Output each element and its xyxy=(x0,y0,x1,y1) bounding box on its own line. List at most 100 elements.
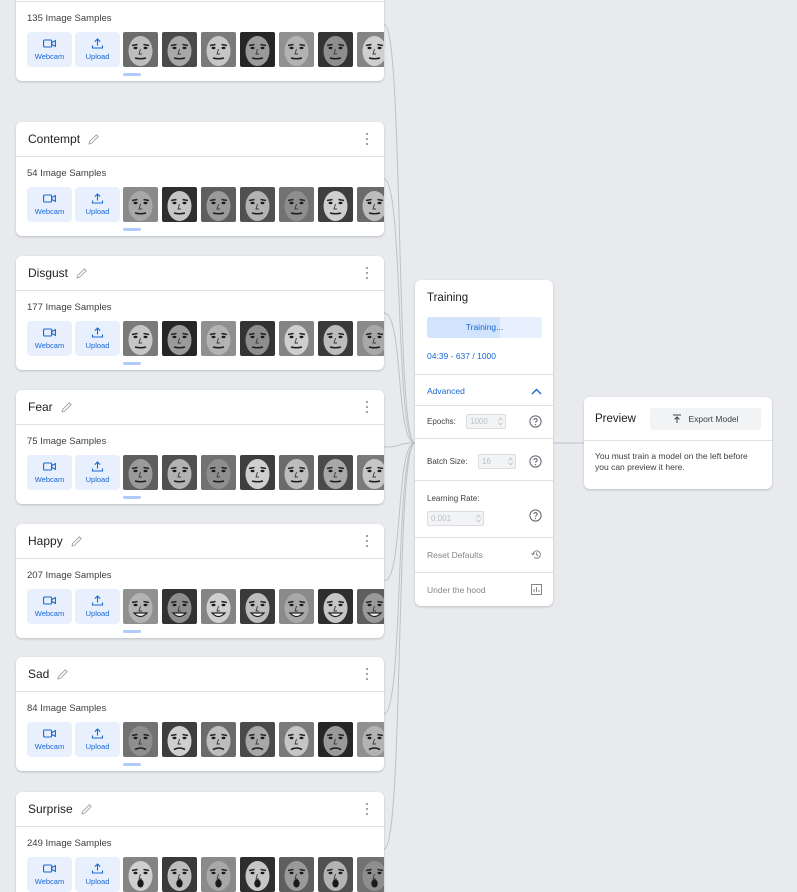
sample-thumbnail[interactable] xyxy=(318,589,353,624)
batch-size-select[interactable]: 16 xyxy=(478,454,516,469)
upload-button[interactable]: Upload xyxy=(75,722,120,757)
more-options-icon[interactable] xyxy=(362,132,372,146)
upload-label: Upload xyxy=(85,877,110,886)
class-card-anger: Anger135 Image SamplesWebcamUpload xyxy=(16,0,384,81)
sample-thumbnail[interactable] xyxy=(318,321,353,356)
sample-thumbnail[interactable] xyxy=(123,32,158,67)
thumbnail-scroll-indicator[interactable] xyxy=(123,763,141,766)
edit-pencil-icon[interactable] xyxy=(80,803,93,816)
upload-label: Upload xyxy=(85,52,110,61)
sample-thumbnail[interactable] xyxy=(240,321,275,356)
upload-button[interactable]: Upload xyxy=(75,187,120,222)
sample-thumbnail[interactable] xyxy=(279,857,314,892)
sample-thumbnail[interactable] xyxy=(357,32,384,67)
sample-thumbnail[interactable] xyxy=(123,455,158,490)
help-icon[interactable] xyxy=(529,455,542,468)
sample-thumbnail[interactable] xyxy=(357,722,384,757)
advanced-toggle[interactable]: Advanced xyxy=(427,386,542,396)
sample-thumbnail[interactable] xyxy=(201,455,236,490)
sample-thumbnail[interactable] xyxy=(357,321,384,356)
more-options-icon[interactable] xyxy=(362,400,372,414)
sample-thumbnail[interactable] xyxy=(318,455,353,490)
upload-button[interactable]: Upload xyxy=(75,321,120,356)
edit-pencil-icon[interactable] xyxy=(87,133,100,146)
sample-thumbnail[interactable] xyxy=(201,857,236,892)
sample-thumbnail[interactable] xyxy=(162,722,197,757)
sample-thumbnail[interactable] xyxy=(201,32,236,67)
sample-thumbnail[interactable] xyxy=(240,187,275,222)
sample-thumbnail[interactable] xyxy=(123,187,158,222)
sample-thumbnail[interactable] xyxy=(162,857,197,892)
sample-thumbnail[interactable] xyxy=(357,455,384,490)
webcam-button[interactable]: Webcam xyxy=(27,455,72,490)
sample-thumbnail[interactable] xyxy=(162,32,197,67)
sample-thumbnail[interactable] xyxy=(240,32,275,67)
sample-thumbnail[interactable] xyxy=(357,589,384,624)
sample-thumbnails xyxy=(123,857,384,892)
edit-pencil-icon[interactable] xyxy=(56,668,69,681)
sample-thumbnail[interactable] xyxy=(318,187,353,222)
sample-thumbnail[interactable] xyxy=(162,187,197,222)
sample-thumbnail[interactable] xyxy=(201,187,236,222)
epochs-input[interactable]: 1000 xyxy=(466,414,506,429)
more-options-icon[interactable] xyxy=(362,667,372,681)
webcam-button[interactable]: Webcam xyxy=(27,589,72,624)
sample-thumbnail[interactable] xyxy=(201,589,236,624)
upload-button[interactable]: Upload xyxy=(75,857,120,892)
sample-thumbnail[interactable] xyxy=(279,187,314,222)
sample-thumbnail[interactable] xyxy=(357,857,384,892)
webcam-button[interactable]: Webcam xyxy=(27,722,72,757)
divider xyxy=(415,537,553,538)
sample-thumbnail[interactable] xyxy=(123,589,158,624)
more-options-icon[interactable] xyxy=(362,802,372,816)
sample-thumbnail[interactable] xyxy=(318,722,353,757)
sample-thumbnail[interactable] xyxy=(240,857,275,892)
sample-thumbnail[interactable] xyxy=(240,722,275,757)
help-icon[interactable] xyxy=(529,509,542,522)
sample-thumbnail[interactable] xyxy=(123,857,158,892)
learning-rate-input[interactable]: 0.001 xyxy=(427,511,484,526)
sample-thumbnail[interactable] xyxy=(279,589,314,624)
webcam-button[interactable]: Webcam xyxy=(27,187,72,222)
webcam-button[interactable]: Webcam xyxy=(27,321,72,356)
sample-thumbnail[interactable] xyxy=(318,857,353,892)
sample-thumbnail[interactable] xyxy=(279,455,314,490)
sample-thumbnail[interactable] xyxy=(357,187,384,222)
sample-thumbnail[interactable] xyxy=(240,455,275,490)
sample-thumbnail[interactable] xyxy=(201,722,236,757)
webcam-button[interactable]: Webcam xyxy=(27,32,72,67)
train-model-button[interactable]: Training... xyxy=(427,317,542,338)
webcam-button[interactable]: Webcam xyxy=(27,857,72,892)
more-options-icon[interactable] xyxy=(362,266,372,280)
under-the-hood-button[interactable]: Under the hood xyxy=(427,584,542,595)
thumbnail-scroll-indicator[interactable] xyxy=(123,496,141,499)
sample-thumbnail[interactable] xyxy=(201,321,236,356)
thumbnail-scroll-indicator[interactable] xyxy=(123,630,141,633)
sample-thumbnail[interactable] xyxy=(162,589,197,624)
thumbnail-scroll-indicator[interactable] xyxy=(123,362,141,365)
upload-button[interactable]: Upload xyxy=(75,589,120,624)
thumbnail-scroll-indicator[interactable] xyxy=(123,228,141,231)
sample-thumbnail[interactable] xyxy=(318,32,353,67)
more-options-icon[interactable] xyxy=(362,534,372,548)
help-icon[interactable] xyxy=(529,415,542,428)
sample-thumbnail[interactable] xyxy=(240,589,275,624)
sample-thumbnail[interactable] xyxy=(162,321,197,356)
edit-pencil-icon[interactable] xyxy=(60,401,73,414)
sample-thumbnail[interactable] xyxy=(162,455,197,490)
sample-thumbnail[interactable] xyxy=(123,722,158,757)
divider xyxy=(415,480,553,481)
chevron-up-icon xyxy=(531,388,542,394)
edit-pencil-icon[interactable] xyxy=(75,267,88,280)
sample-thumbnail[interactable] xyxy=(279,321,314,356)
sample-thumbnail[interactable] xyxy=(279,722,314,757)
sample-thumbnail[interactable] xyxy=(279,32,314,67)
edit-pencil-icon[interactable] xyxy=(70,535,83,548)
epochs-label: Epochs: xyxy=(427,417,456,426)
upload-button[interactable]: Upload xyxy=(75,455,120,490)
sample-thumbnail[interactable] xyxy=(123,321,158,356)
export-model-button[interactable]: Export Model xyxy=(650,407,761,430)
thumbnail-scroll-indicator[interactable] xyxy=(123,73,141,76)
reset-defaults-button[interactable]: Reset Defaults xyxy=(427,549,542,560)
upload-button[interactable]: Upload xyxy=(75,32,120,67)
